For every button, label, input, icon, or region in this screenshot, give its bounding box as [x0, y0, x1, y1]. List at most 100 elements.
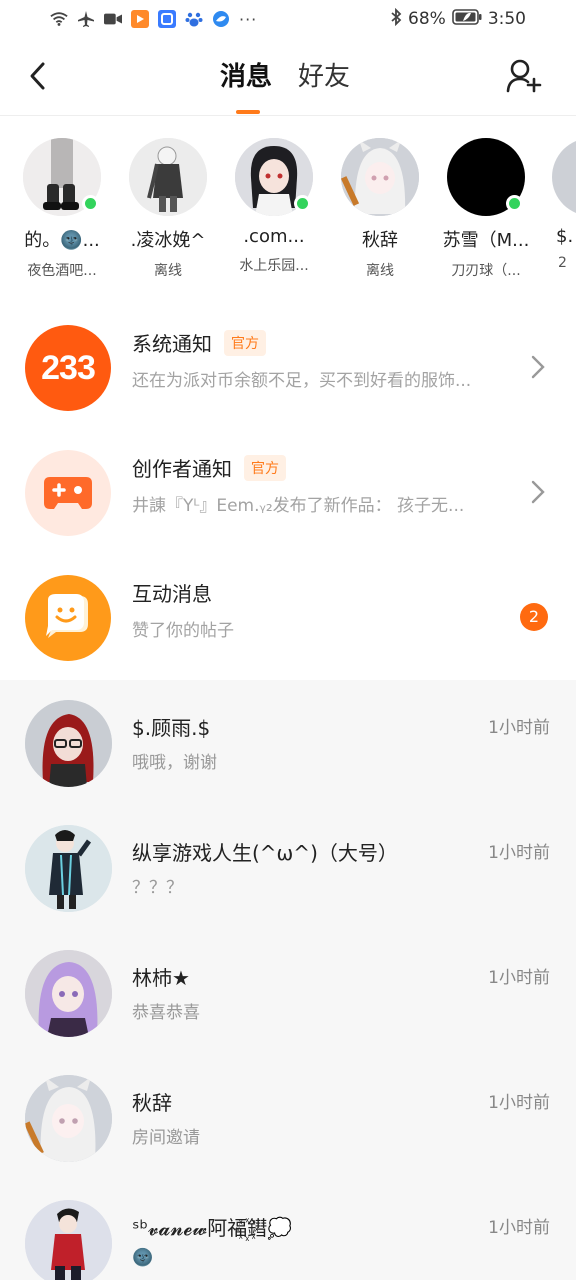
- online-friends-strip: 的。🌚... 夜色酒吧... .凌冰娩^ 离线 .com... 水上乐园... …: [0, 120, 576, 290]
- app-blue-icon: [158, 10, 176, 28]
- notification-title-row: 创作者通知 官方: [132, 453, 286, 482]
- add-user-icon: [506, 59, 542, 93]
- official-badge: 官方: [224, 329, 266, 356]
- friend-item[interactable]: .凌冰娩^ 离线: [118, 138, 218, 280]
- chat-time: 1小时前: [488, 968, 550, 988]
- friend-status: 离线: [366, 263, 394, 279]
- online-indicator: [82, 195, 99, 212]
- chat-list: $.顾雨.$ 哦哦，谢谢 1小时前 纵享游戏人生(^ω^)（大号） ？？？ 1小…: [0, 680, 576, 1280]
- header: 消息 好友: [0, 40, 576, 116]
- chat-last-message: 哦哦，谢谢: [132, 753, 217, 773]
- chat-name: ˢᵇ𝓿𝓪𝓷𝓮𝔀阿福꙰꙰鏏💭: [132, 1216, 293, 1240]
- gamepad-icon: [25, 450, 111, 536]
- chat-last-message: 🌚: [132, 1248, 154, 1268]
- official-badge: 官方: [244, 454, 286, 481]
- tab-bar: 消息 好友: [220, 54, 350, 114]
- tab-messages[interactable]: 消息: [220, 54, 273, 114]
- friend-status: 2: [558, 255, 567, 271]
- chat-item[interactable]: ˢᵇ𝓿𝓪𝓷𝓮𝔀阿福꙰꙰鏏💭 🌚 1小时前: [0, 1180, 576, 1280]
- system-icon-text: 233: [41, 348, 96, 387]
- notification-preview: 井諌『Yᴸ』Eem.ᵧ₂发布了新作品： 孩子无...: [132, 496, 465, 516]
- tab-friends-label: 好友: [298, 62, 351, 92]
- friend-item[interactable]: 的。🌚... 夜色酒吧...: [12, 138, 112, 280]
- chevron-right-icon: [531, 480, 545, 504]
- avatar: [25, 825, 112, 912]
- friend-status: 水上乐园...: [239, 258, 309, 274]
- status-icons-left: ···: [50, 8, 257, 30]
- system-notification-item[interactable]: 233 系统通知 官方 还在为派对币余额不足，买不到好看的服饰...: [0, 306, 576, 430]
- video-icon: [104, 10, 122, 28]
- clock: 3:50: [487, 9, 526, 29]
- friend-status: 夜色酒吧...: [27, 263, 97, 279]
- avatar: [129, 138, 207, 216]
- chat-time: 1小时前: [488, 718, 550, 738]
- battery-percent: 68%: [408, 9, 446, 29]
- avatar: [235, 138, 313, 216]
- chevron-right-icon: [531, 355, 545, 379]
- status-bar: ··· 68% 3:50: [0, 0, 576, 40]
- notification-preview: 赞了你的帖子: [132, 621, 234, 641]
- online-indicator: [294, 195, 311, 212]
- chat-last-message: 房间邀请: [132, 1128, 200, 1148]
- tab-friends[interactable]: 好友: [298, 54, 350, 100]
- avatar: [552, 138, 576, 216]
- friend-name: 的。🌚...: [24, 230, 100, 251]
- notification-title: 互动消息: [132, 582, 212, 606]
- avatar: [25, 1075, 112, 1162]
- bluetooth-icon: [390, 7, 402, 31]
- avatar: [23, 138, 101, 216]
- friend-name: 秋辞: [362, 230, 398, 251]
- active-tab-indicator: [236, 110, 260, 114]
- airplane-icon: [77, 10, 95, 28]
- chat-name: 纵享游戏人生(^ω^)（大号）: [132, 841, 398, 865]
- chat-last-message: ？？？: [132, 878, 183, 898]
- wifi-icon: [50, 10, 68, 28]
- battery-icon: [452, 8, 482, 30]
- notification-title: 创作者通知: [132, 457, 232, 481]
- unread-count-badge: 2: [520, 603, 548, 631]
- notification-title-row: 系统通知 官方: [132, 328, 266, 357]
- avatar: [447, 138, 525, 216]
- creator-notification-item[interactable]: 创作者通知 官方 井諌『Yᴸ』Eem.ᵧ₂发布了新作品： 孩子无...: [0, 431, 576, 555]
- chat-bubble-icon: [25, 575, 111, 661]
- chat-item[interactable]: 纵享游戏人生(^ω^)（大号） ？？？ 1小时前: [0, 805, 576, 930]
- chat-name: 林杮★: [132, 966, 190, 990]
- status-icons-right: 68% 3:50: [390, 7, 526, 31]
- chat-name: $.顾雨.$: [132, 716, 211, 740]
- back-button[interactable]: [22, 58, 52, 94]
- friend-name: .凌冰娩^: [130, 230, 206, 251]
- chat-item[interactable]: 秋辞 房间邀请 1小时前: [0, 1055, 576, 1180]
- friend-item[interactable]: 秋辞 离线: [330, 138, 430, 280]
- interaction-notification-item[interactable]: 互动消息 赞了你的帖子 2: [0, 556, 576, 680]
- tab-messages-label: 消息: [220, 62, 273, 92]
- online-indicator: [506, 195, 523, 212]
- friend-name: $.: [556, 226, 574, 247]
- more-notifications: ···: [239, 9, 258, 29]
- chat-name: 秋辞: [132, 1091, 172, 1115]
- notification-title: 系统通知: [132, 332, 212, 356]
- app-orange-icon: [131, 10, 149, 28]
- friend-status: 离线: [154, 263, 182, 279]
- back-arrow-icon: [30, 62, 45, 90]
- friend-status: 刀刃球（...: [451, 263, 521, 279]
- chat-time: 1小时前: [488, 1218, 550, 1238]
- avatar: [25, 700, 112, 787]
- chat-last-message: 恭喜恭喜: [132, 1003, 200, 1023]
- friend-item[interactable]: .com... 水上乐园...: [224, 138, 324, 275]
- avatar: [25, 1200, 112, 1280]
- chat-item[interactable]: $.顾雨.$ 哦哦，谢谢 1小时前: [0, 680, 576, 805]
- friend-name: .com...: [243, 226, 305, 247]
- system-notification-icon: 233: [25, 325, 111, 411]
- notification-preview: 还在为派对币余额不足，买不到好看的服饰...: [132, 371, 472, 391]
- avatar: [341, 138, 419, 216]
- friend-item[interactable]: $. 2: [542, 138, 576, 271]
- paw-icon: [185, 10, 203, 28]
- chat-time: 1小时前: [488, 1093, 550, 1113]
- friend-item[interactable]: 苏雪（M... 刀刃球（...: [436, 138, 536, 280]
- chat-item[interactable]: 林杮★ 恭喜恭喜 1小时前: [0, 930, 576, 1055]
- chat-time: 1小时前: [488, 843, 550, 863]
- add-friend-button[interactable]: [504, 56, 544, 96]
- avatar: [25, 950, 112, 1037]
- bird-icon: [212, 10, 230, 28]
- notification-title-row: 互动消息: [132, 578, 212, 607]
